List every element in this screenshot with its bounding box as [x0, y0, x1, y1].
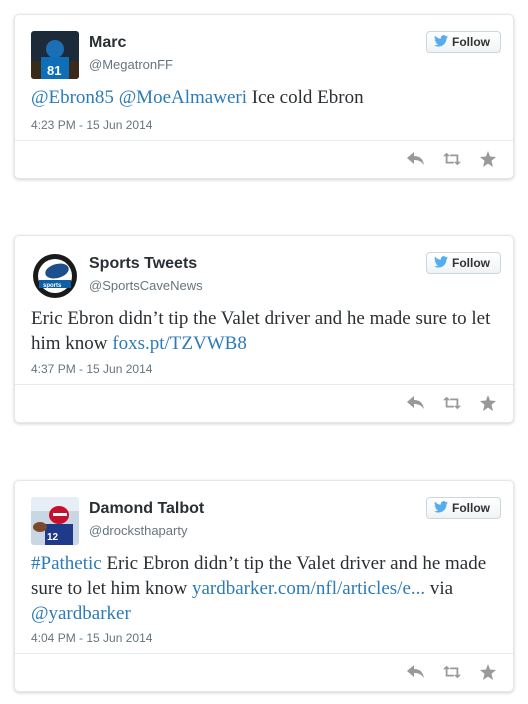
- author-name[interactable]: Damond Talbot: [89, 500, 204, 518]
- twitter-bird-icon: [434, 500, 448, 516]
- tweet-link[interactable]: yardbarker.com/nfl/articles/e...: [192, 578, 425, 599]
- reply-icon[interactable]: [407, 150, 425, 168]
- author-name[interactable]: Marc: [89, 34, 126, 52]
- follow-button[interactable]: Follow: [426, 31, 501, 53]
- avatar[interactable]: 12: [31, 497, 79, 545]
- retweet-icon[interactable]: [443, 663, 461, 681]
- tweet-text: #Pathetic Eric Ebron didn’t tip the Vale…: [31, 551, 493, 626]
- tweet-actions: [407, 394, 497, 412]
- tweet-text: @Ebron85 @MoeAlmaweri Ice cold Ebron: [31, 85, 493, 110]
- svg-text:sports: sports: [43, 283, 62, 289]
- author-handle[interactable]: @MegatronFF: [89, 57, 173, 72]
- timestamp[interactable]: 4:04 PM - 15 Jun 2014: [31, 631, 152, 645]
- twitter-bird-icon: [434, 34, 448, 50]
- tweet-link[interactable]: #Pathetic: [31, 553, 102, 574]
- retweet-icon[interactable]: [443, 150, 461, 168]
- svg-text:12: 12: [47, 532, 59, 543]
- reply-icon[interactable]: [407, 394, 425, 412]
- svg-text:81: 81: [47, 63, 61, 78]
- timestamp[interactable]: 4:23 PM - 15 Jun 2014: [31, 118, 152, 132]
- author-handle[interactable]: @SportsCaveNews: [89, 278, 203, 293]
- tweet-text-segment: via: [425, 578, 454, 599]
- tweet-card: sports Sports Tweets @SportsCaveNews Fol…: [14, 235, 514, 423]
- star-icon[interactable]: [479, 663, 497, 681]
- tweet-text-segment: Eric Ebron didn’t tip the Valet driver a…: [31, 308, 491, 354]
- author-handle[interactable]: @drocksthaparty: [89, 523, 187, 538]
- divider: [15, 140, 513, 141]
- tweet-link[interactable]: @yardbarker: [31, 603, 131, 624]
- avatar[interactable]: 81: [31, 31, 79, 79]
- star-icon[interactable]: [479, 394, 497, 412]
- tweet-link[interactable]: @MoeAlmaweri: [119, 87, 247, 108]
- follow-label: Follow: [452, 501, 490, 515]
- tweet-card: 81 Marc @MegatronFF Follow @Ebron85 @Moe…: [14, 14, 514, 179]
- avatar[interactable]: sports: [31, 252, 79, 300]
- tweet-link[interactable]: foxs.pt/TZVWB8: [112, 333, 247, 354]
- tweet-link[interactable]: @Ebron85: [31, 87, 114, 108]
- follow-button[interactable]: Follow: [426, 252, 501, 274]
- tweet-text-segment: Ice cold Ebron: [246, 87, 364, 108]
- follow-label: Follow: [452, 35, 490, 49]
- author-name[interactable]: Sports Tweets: [89, 255, 197, 273]
- divider: [15, 653, 513, 654]
- tweet-text: Eric Ebron didn’t tip the Valet driver a…: [31, 306, 493, 356]
- follow-label: Follow: [452, 256, 490, 270]
- reply-icon[interactable]: [407, 663, 425, 681]
- tweet-card: 12 Damond Talbot @drocksthaparty Follow …: [14, 480, 514, 692]
- divider: [15, 384, 513, 385]
- tweet-actions: [407, 150, 497, 168]
- tweet-actions: [407, 663, 497, 681]
- star-icon[interactable]: [479, 150, 497, 168]
- timestamp[interactable]: 4:37 PM - 15 Jun 2014: [31, 362, 152, 376]
- retweet-icon[interactable]: [443, 394, 461, 412]
- twitter-bird-icon: [434, 255, 448, 271]
- follow-button[interactable]: Follow: [426, 497, 501, 519]
